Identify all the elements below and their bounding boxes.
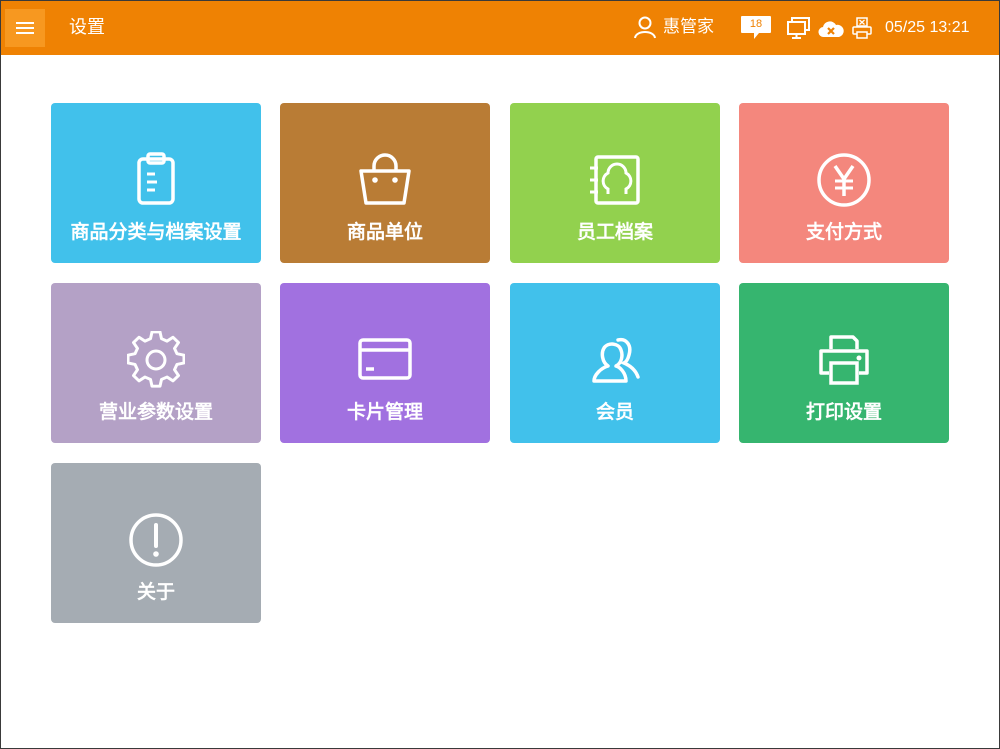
messages-button[interactable]: 18: [740, 15, 772, 39]
contact-book-icon: [590, 155, 640, 205]
tile-card-management[interactable]: 卡片管理: [280, 283, 490, 443]
card-icon: [358, 338, 412, 380]
printer-icon: [819, 335, 869, 385]
message-count-badge: 18: [749, 18, 763, 30]
monitor-icon: [787, 17, 810, 39]
top-bar: 设置 惠管家 18 05/25 13:21: [1, 1, 999, 55]
user-icon: [634, 16, 656, 39]
info-icon: [129, 513, 183, 567]
clipboard-icon: [137, 152, 175, 205]
shopping-bag-icon: [359, 153, 411, 205]
tile-label: 员工档案: [576, 221, 653, 243]
members-icon: [592, 337, 640, 383]
tile-payment-method[interactable]: 支付方式: [739, 103, 949, 263]
tile-label: 营业参数设置: [98, 401, 213, 423]
page-title: 设置: [69, 17, 105, 38]
tile-label: 关于: [136, 581, 175, 603]
tile-label: 商品分类与档案设置: [70, 221, 242, 243]
tile-label: 会员: [595, 401, 634, 423]
tile-product-category[interactable]: 商品分类与档案设置: [51, 103, 261, 263]
app-window: 设置 惠管家 18 05/25 13:21 商品分类与档案设置 商品单位 员工档…: [0, 0, 1000, 749]
printer-status-icon: [852, 17, 872, 39]
gear-icon: [127, 331, 185, 388]
tile-employee-records[interactable]: 员工档案: [510, 103, 720, 263]
user-name: 惠管家: [663, 17, 714, 37]
tile-members[interactable]: 会员: [510, 283, 720, 443]
tile-label: 打印设置: [805, 401, 882, 423]
tile-label: 支付方式: [805, 221, 882, 243]
tile-product-unit[interactable]: 商品单位: [280, 103, 490, 263]
tile-print-settings[interactable]: 打印设置: [739, 283, 949, 443]
user-account[interactable]: 惠管家: [633, 15, 714, 39]
cloud-disconnected-icon: [818, 21, 844, 38]
yen-icon: [817, 153, 871, 207]
tile-business-params[interactable]: 营业参数设置: [51, 283, 261, 443]
menu-button[interactable]: [5, 9, 45, 47]
tile-about[interactable]: 关于: [51, 463, 261, 623]
hamburger-menu-icon: [16, 22, 34, 34]
tile-label: 卡片管理: [346, 401, 423, 423]
datetime: 05/25 13:21: [885, 19, 970, 36]
tile-label: 商品单位: [346, 221, 423, 243]
